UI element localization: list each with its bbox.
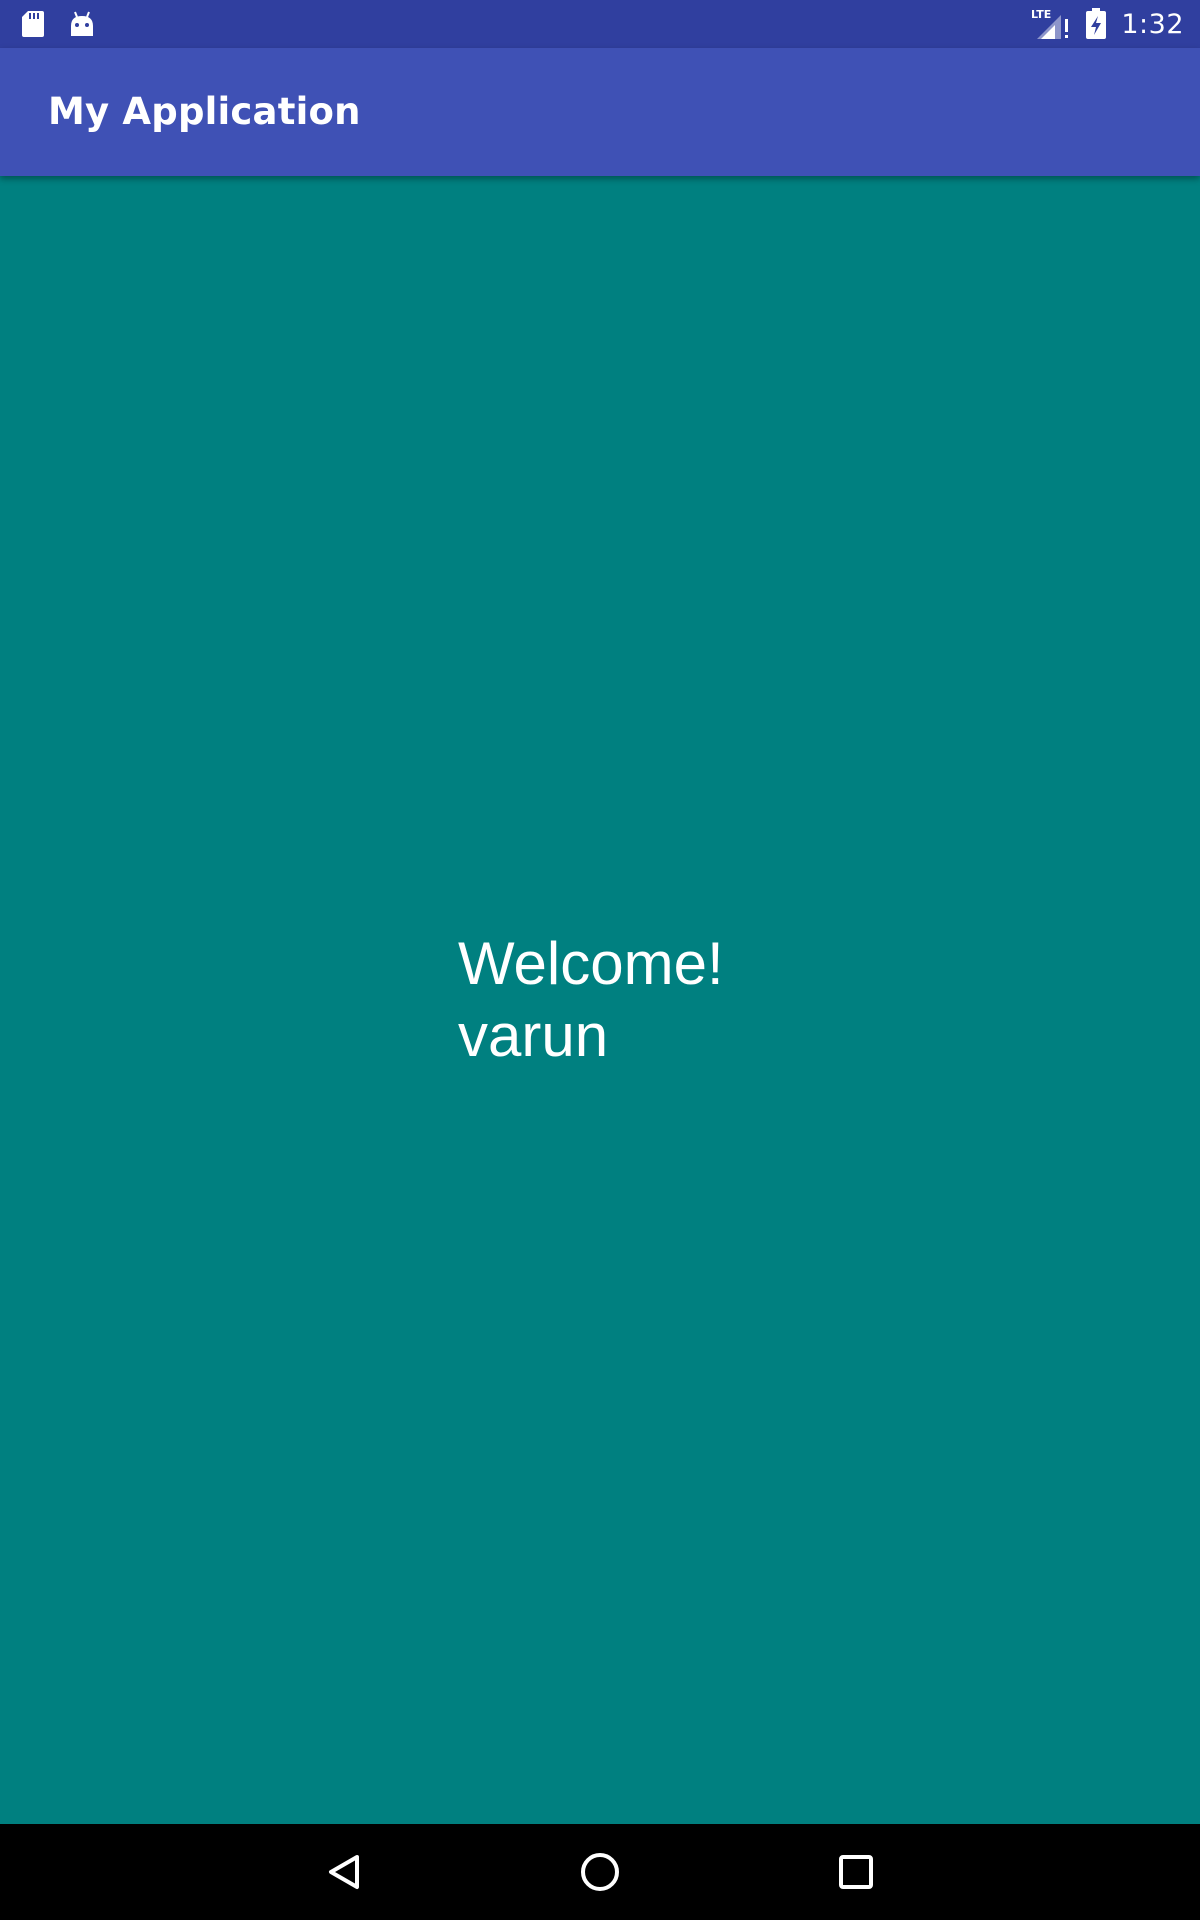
notification-icons xyxy=(20,8,96,40)
main-content: Welcome! varun xyxy=(0,176,1200,1824)
recents-icon xyxy=(838,1854,874,1890)
home-icon xyxy=(579,1851,621,1893)
navigation-bar xyxy=(0,1824,1200,1920)
svg-text:LTE: LTE xyxy=(1031,8,1051,21)
home-button[interactable] xyxy=(566,1838,634,1906)
sd-card-icon xyxy=(20,9,46,39)
welcome-message: Welcome! varun xyxy=(458,930,724,1069)
android-debug-icon xyxy=(68,10,96,38)
app-title: My Application xyxy=(48,90,361,133)
back-icon xyxy=(324,1852,364,1892)
back-button[interactable] xyxy=(310,1838,378,1906)
recents-button[interactable] xyxy=(822,1838,890,1906)
lte-signal-icon: LTE xyxy=(1031,7,1071,41)
status-bar: LTE 1:32 xyxy=(0,0,1200,48)
phone-screen: LTE 1:32 My Application Welcome! varun xyxy=(0,0,1200,1920)
system-icons: LTE 1:32 xyxy=(1031,0,1184,48)
battery-charging-icon xyxy=(1085,8,1107,40)
app-bar: My Application xyxy=(0,48,1200,176)
status-time: 1:32 xyxy=(1121,8,1184,40)
